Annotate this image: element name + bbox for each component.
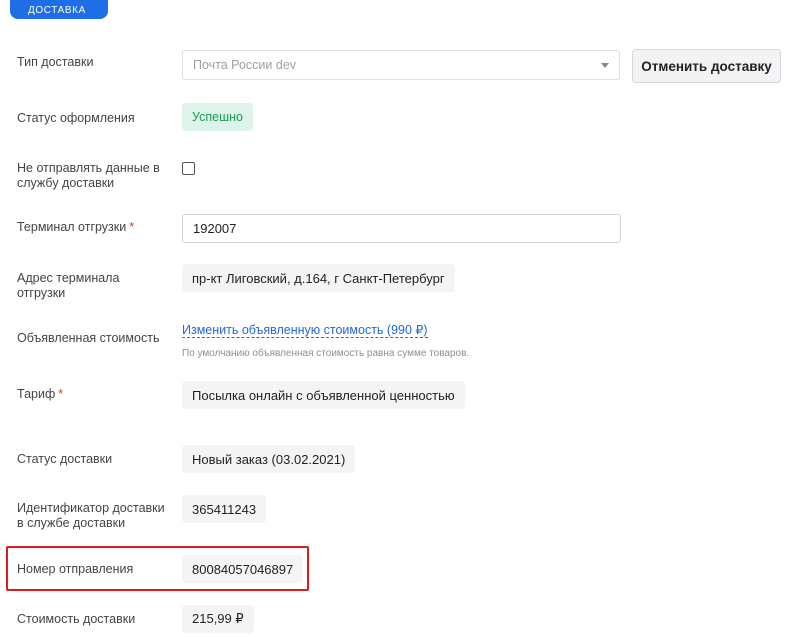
declared-value-label: Объявленная стоимость: [17, 331, 160, 345]
shipment-number-value: 80084057046897: [182, 555, 304, 583]
terminal-label: Терминал отгрузки *: [17, 220, 134, 235]
registration-status-label: Статус оформления: [17, 111, 135, 125]
change-declared-value-link[interactable]: Изменить объявленную стоимость (990 ₽): [182, 323, 428, 338]
delivery-status-label: Статус доставки: [17, 452, 113, 466]
terminal-address-label-line1: Адрес терминала: [17, 271, 120, 285]
delivery-type-value: Почта России dev: [193, 58, 297, 72]
chevron-down-icon: [601, 63, 609, 68]
tariff-value: Посылка онлайн с объявленной ценностью: [182, 381, 465, 409]
section-tab-delivery: ДОСТАВКА: [10, 0, 108, 19]
required-mark: *: [58, 387, 64, 401]
terminal-input[interactable]: [182, 214, 621, 243]
declared-value-hint: По умолчанию объявленная стоимость равна…: [182, 348, 470, 359]
terminal-address-value: пр-кт Лиговский, д.164, г Санкт-Петербур…: [182, 264, 455, 292]
delivery-id-label-line2: в службе доставки: [17, 516, 126, 530]
dont-send-label-line1: Не отправлять данные в: [17, 161, 160, 175]
dont-send-checkbox[interactable]: [182, 162, 195, 175]
delivery-type-select[interactable]: Почта России dev: [182, 50, 620, 80]
dont-send-label-line2: службу доставки: [17, 176, 115, 190]
delivery-status-value: Новый заказ (03.02.2021): [182, 445, 356, 473]
status-badge: Успешно: [182, 103, 253, 131]
tariff-label: Тариф *: [17, 387, 63, 402]
tariff-label-text: Тариф: [17, 387, 56, 401]
terminal-address-label: Адрес терминала отгрузки: [17, 271, 119, 301]
delivery-id-label-line1: Идентификатор доставки: [17, 501, 165, 515]
terminal-address-label-line2: отгрузки: [17, 286, 66, 300]
terminal-label-text: Терминал отгрузки: [17, 220, 127, 234]
delivery-id-value: 365411243: [182, 495, 267, 523]
delivery-cost-label: Стоимость доставки: [17, 612, 136, 626]
delivery-cost-value: 215,99 ₽: [182, 605, 254, 633]
delivery-type-label: Тип доставки: [17, 55, 94, 69]
dont-send-label: Не отправлять данные в службу доставки: [17, 161, 160, 191]
cancel-delivery-button[interactable]: Отменить доставку: [632, 49, 781, 83]
delivery-id-label: Идентификатор доставки в службе доставки: [17, 501, 165, 531]
required-mark: *: [129, 220, 135, 234]
shipment-number-label: Номер отправления: [17, 562, 134, 576]
